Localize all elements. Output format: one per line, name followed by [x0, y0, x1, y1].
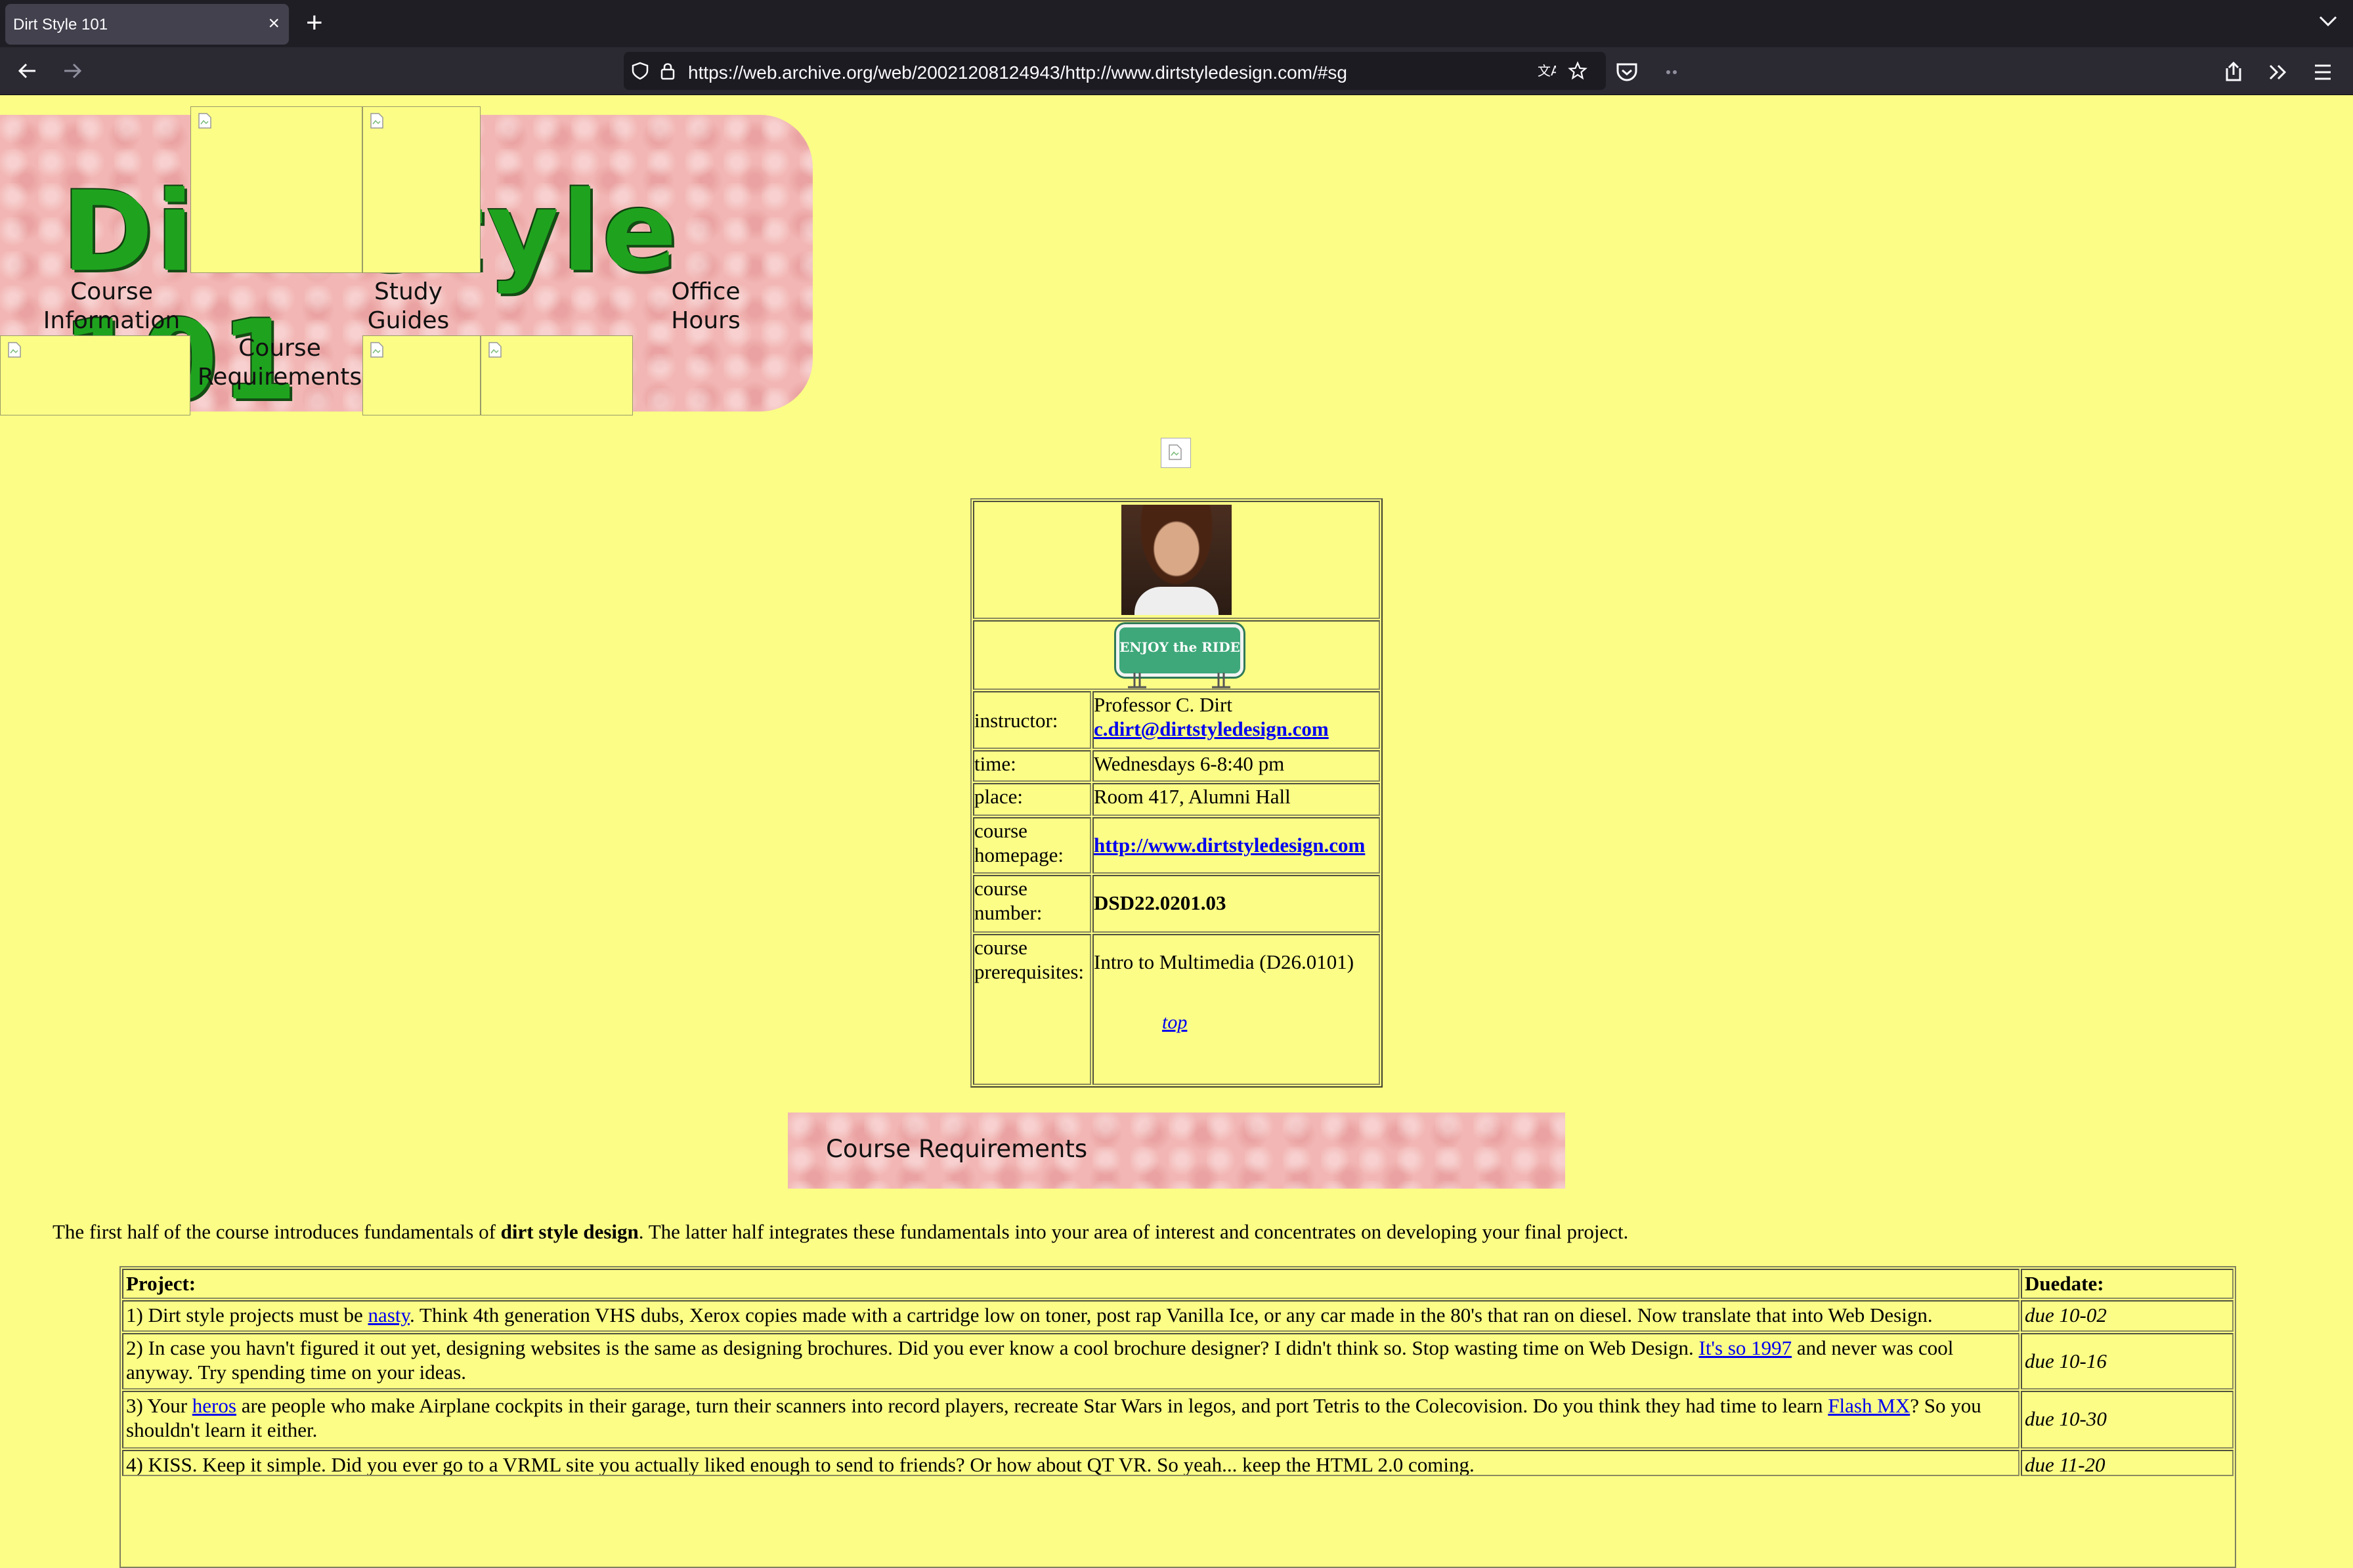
value-place: Room 417, Alumni Hall: [1092, 783, 1380, 816]
value-course-prerequisites: Intro to Multimedia (D26.0101): [1092, 934, 1380, 1085]
broken-image[interactable]: [0, 335, 190, 415]
lock-icon[interactable]: [658, 61, 678, 81]
navigation-toolbar: https://web.archive.org/web/200212081249…: [0, 47, 2353, 95]
value-time: Wednesdays 6-8:40 pm: [1092, 750, 1380, 782]
broken-image-icon: [370, 342, 383, 358]
top-link[interactable]: top: [1162, 1011, 1187, 1034]
tracking-protection-icon[interactable]: [630, 61, 650, 81]
heros-link[interactable]: heros: [192, 1394, 236, 1417]
broken-image[interactable]: [362, 335, 481, 415]
close-tab-icon[interactable]: ×: [268, 12, 280, 35]
forward-icon[interactable]: [58, 56, 87, 85]
value-course-number: DSD22.0201.03: [1092, 875, 1380, 933]
tab-strip: Dirt Style 101 × +: [0, 0, 2353, 47]
nav-study-guides[interactable]: Study Guides: [364, 278, 453, 335]
due-date: due 10-02: [2021, 1300, 2234, 1332]
label-course-homepage: course homepage:: [973, 817, 1091, 874]
new-tab-button[interactable]: +: [306, 7, 323, 39]
table-row: 3) Your heros are people who make Airpla…: [122, 1391, 2019, 1449]
label-course-number: course number:: [973, 875, 1091, 933]
svg-text:文A: 文A: [1538, 63, 1556, 79]
broken-image-icon: [1169, 444, 1182, 460]
tab-title: Dirt Style 101: [13, 16, 108, 33]
broken-image-icon: [8, 342, 21, 358]
broken-image-icon: [198, 113, 211, 129]
label-course-prerequisites: course prerequisites:: [973, 934, 1091, 1085]
instructor-email-link[interactable]: c.dirt@dirtstyledesign.com: [1094, 717, 1379, 741]
broken-image[interactable]: [190, 106, 362, 273]
nav-course-information[interactable]: Course Information: [26, 278, 197, 335]
overflow-chevrons-icon[interactable]: [2264, 58, 2293, 87]
label-instructor: instructor:: [973, 691, 1091, 749]
table-row: 4) KISS. Keep it simple. Did you ever go…: [122, 1450, 2019, 1476]
tab-dirt-style[interactable]: Dirt Style 101 ×: [5, 4, 289, 45]
broken-image[interactable]: [362, 106, 481, 273]
header-project: Project:: [122, 1269, 2019, 1299]
pocket-icon[interactable]: [1612, 58, 1641, 87]
its-so-1997-link[interactable]: It's so 1997: [1699, 1336, 1792, 1359]
header-duedate: Duedate:: [2021, 1269, 2234, 1299]
translate-icon[interactable]: 文A: [1536, 61, 1556, 81]
address-bar[interactable]: https://web.archive.org/web/200212081249…: [624, 52, 1606, 90]
value-course-homepage: http://www.dirtstyledesign.com: [1092, 817, 1380, 874]
web-page: Dirt Style 101 Course Information Study …: [0, 95, 2353, 1568]
broken-image-icon: [488, 342, 502, 358]
nav-course-requirements[interactable]: Course Requirements: [194, 334, 365, 392]
professor-photo: [1121, 505, 1232, 615]
course-homepage-link[interactable]: http://www.dirtstyledesign.com: [1094, 818, 1379, 857]
due-date: due 11-20: [2021, 1450, 2234, 1476]
bookmark-star-icon[interactable]: [1568, 61, 1587, 81]
value-instructor: Professor C. Dirt c.dirt@dirtstyledesign.…: [1092, 691, 1380, 749]
nasty-link[interactable]: nasty: [368, 1303, 410, 1326]
broken-image[interactable]: [481, 335, 633, 415]
label-time: time:: [973, 750, 1091, 782]
flash-mx-link[interactable]: Flash MX: [1828, 1394, 1910, 1417]
share-icon[interactable]: [2219, 58, 2248, 87]
course-requirements-header: Course Requirements: [788, 1112, 1565, 1189]
url-text[interactable]: https://web.archive.org/web/200212081249…: [688, 62, 1347, 83]
back-icon[interactable]: [13, 56, 42, 85]
nav-office-hours[interactable]: Office Hours: [657, 278, 755, 335]
menu-icon[interactable]: [2308, 58, 2337, 87]
table-row: 1) Dirt style projects must be nasty. Th…: [122, 1300, 2019, 1332]
enjoy-the-ride-sign: ENJOY the RIDE: [1116, 624, 1243, 677]
course-requirements-title: Course Requirements: [826, 1135, 1088, 1163]
due-date: due 10-16: [2021, 1333, 2234, 1389]
requirements-intro: The first half of the course introduces …: [53, 1220, 1629, 1243]
due-date: due 10-30: [2021, 1391, 2234, 1449]
broken-image-icon: [370, 113, 383, 129]
sign-legs: [1128, 673, 1230, 689]
list-all-tabs-icon[interactable]: [2316, 9, 2340, 33]
broken-image: [1161, 438, 1191, 468]
label-place: place:: [973, 783, 1091, 816]
table-row: 2) In case you havn't figured it out yet…: [122, 1333, 2019, 1389]
extension-icon[interactable]: [1657, 58, 1686, 87]
